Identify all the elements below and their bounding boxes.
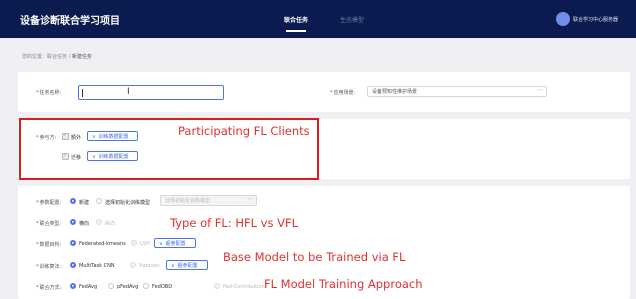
top-header: 设备诊断联合学习项目 联合任务 生态模型 联合学习中心服务器 [0,0,636,38]
config-init-model-label: 选择初始化训练模型 [105,200,151,206]
avatar[interactable] [556,12,570,26]
breadcrumb-current: 新建任务 [71,54,92,60]
method-contribution-label: Fed-Contribution [223,284,265,290]
method-pfedavg-label: pFedAvg [117,284,139,290]
init-model-select[interactable]: 选择初始化训练模型 ﹀ [160,195,257,206]
app-title: 设备诊断联合学习项目 [20,16,120,27]
user-name[interactable]: 联合学习中心服务器 [573,16,618,23]
annotation-fl-type: Type of FL: HFL vs VFL [170,216,299,230]
scene-label: *应用场景: [330,90,356,96]
model-lsh-radio[interactable] [131,240,137,246]
method-fedavg-radio[interactable] [70,283,76,289]
method-fedobd-label: FedOBD [152,284,173,290]
tab-federated-tasks[interactable]: 联合任务 [284,15,308,32]
model-kmeans-radio[interactable] [70,240,76,246]
algo-xgboost-radio[interactable] [130,262,136,268]
breadcrumb: 您的位置：联合任务 / 新建任务 [22,53,92,60]
chevron-down-icon: ﹀ [536,89,542,95]
fl-type-horizontal-radio[interactable] [70,219,76,225]
fl-type-label: *联合类型: [36,221,62,227]
fl-type-horizontal-label: 横向 [79,221,90,227]
method-fedobd-radio[interactable] [143,283,149,289]
chevron-down-icon: ﹀ [246,198,252,204]
method-pfedavg-radio[interactable] [108,283,114,289]
text-cursor-icon [82,89,83,97]
algo-hyperparam-button[interactable]: ∨ 超参配置 [166,260,208,270]
ibeam-cursor-icon: I [127,87,130,97]
method-fedavg-label: FedAvg [79,284,98,290]
model-lsh-label: LSH [140,241,150,247]
task-name-input[interactable] [78,85,224,100]
annotation-participants: Participating FL Clients [178,124,310,138]
model-hyperparam-button[interactable]: ∨ 超参配置 [154,238,196,248]
method-label: *联合方式: [36,285,62,291]
algo-label: *训练算法: [36,264,62,270]
annotation-training-approach: FL Model Training Approach [264,277,423,291]
param-config-label: *参数配置: [36,200,62,206]
chevron-down-icon: ∨ [171,263,175,269]
config-new-label: 新建 [79,200,90,206]
task-name-label: *任务名称: [36,90,62,96]
tab-ecosystem-models[interactable]: 生态模型 [340,15,364,24]
model-label: *数据目构: [36,242,62,248]
fl-type-vertical-radio[interactable] [96,219,102,225]
method-contribution-radio[interactable] [214,283,220,289]
fl-type-vertical-label: 纵向 [105,221,116,227]
config-new-radio[interactable] [70,198,76,204]
config-init-model-radio[interactable] [96,198,102,204]
algo-cnn-label: MultiTask CNN [79,263,115,269]
algo-xgboost-label: Xgboost [139,263,160,269]
task-info-card: *任务名称: I *应用场景: 设备预知性维护场景 ﹀ [18,72,630,112]
annotation-base-model: Base Model to be Trained via FL [223,250,406,264]
chevron-down-icon: ∨ [159,241,163,247]
algo-cnn-radio[interactable] [70,262,76,268]
model-kmeans-label: Federated-kmeans [79,241,126,247]
breadcrumb-prefix: 您的位置：联合任务 / [22,54,72,60]
scene-select[interactable]: 设备预知性维护场景 ﹀ [367,86,547,97]
